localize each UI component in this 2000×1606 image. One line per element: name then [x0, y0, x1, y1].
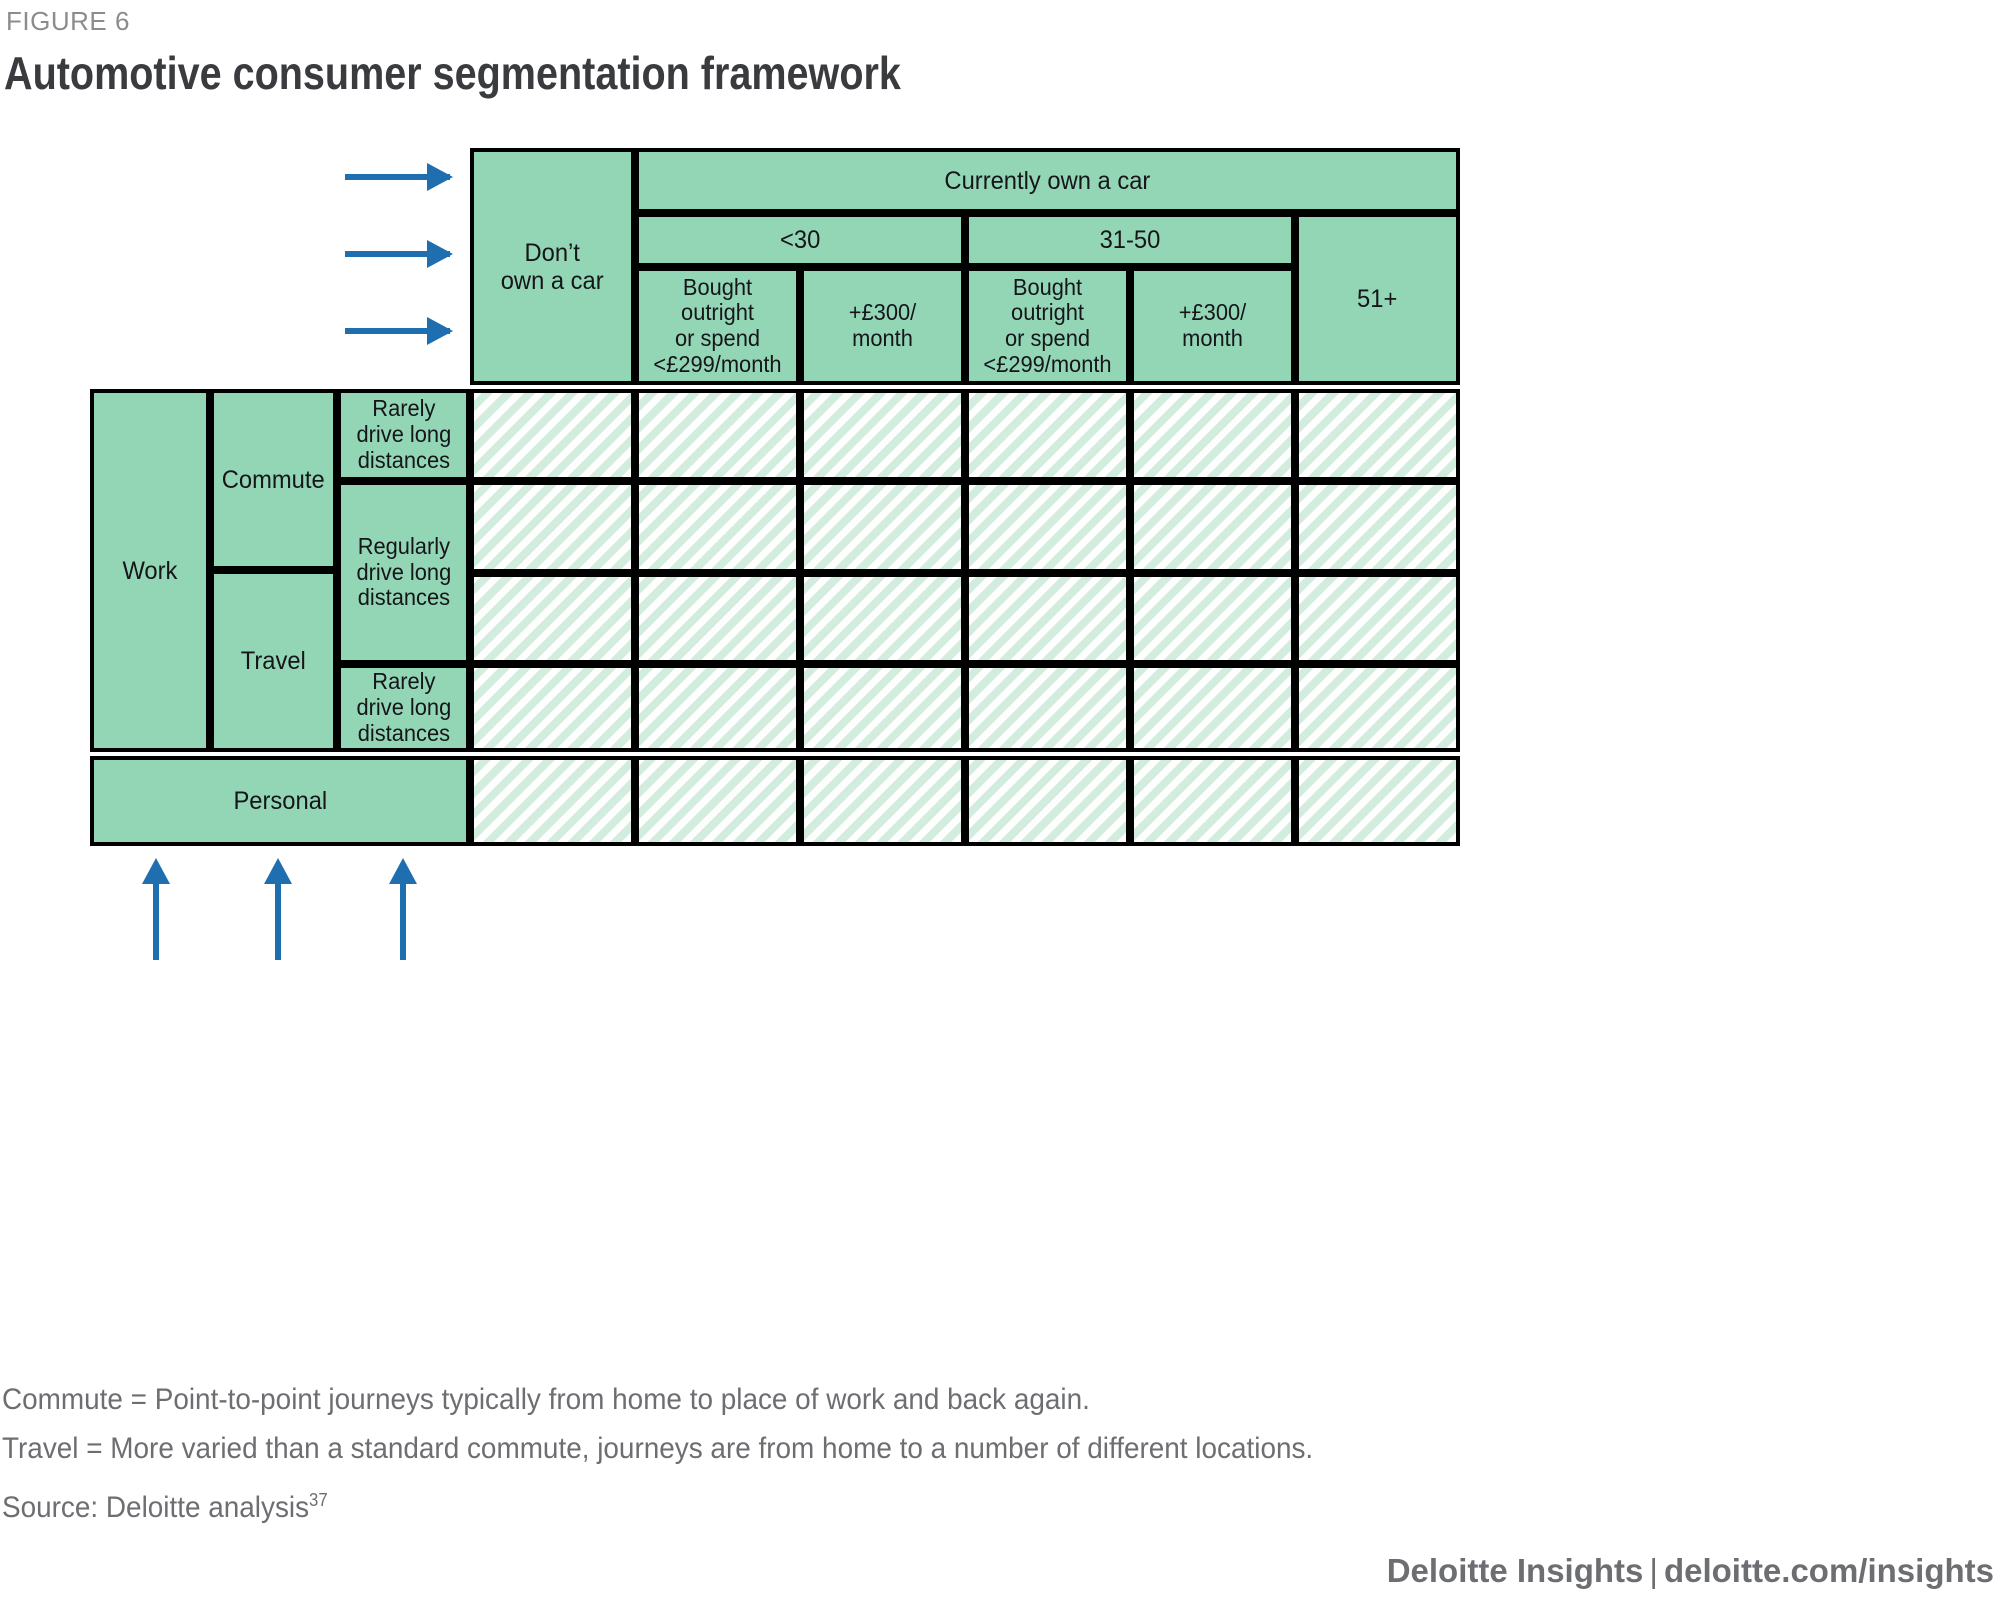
dont-own-line-1: Don’t: [524, 238, 581, 267]
source-label: Source: Deloitte analysis: [2, 1491, 310, 1524]
matrix-cell[interactable]: [1130, 481, 1295, 573]
arrow-up-2: [264, 858, 292, 960]
matrix-cell[interactable]: [470, 481, 635, 573]
brand-name: Deloitte Insights: [1386, 1552, 1644, 1589]
matrix-cell[interactable]: [635, 756, 800, 846]
rarely2-line-2: drive long: [356, 694, 451, 721]
age-31-50-label: 31-50: [1099, 226, 1161, 254]
regularly-line-2: drive long: [356, 558, 451, 585]
matrix-cell[interactable]: [1130, 573, 1295, 664]
matrix-cell[interactable]: [800, 389, 965, 481]
column-header-age-31-50: 31-50: [965, 213, 1295, 267]
row-header-travel: Travel: [210, 570, 337, 752]
matrix-cell[interactable]: [1295, 389, 1460, 481]
matrix-cell[interactable]: [470, 664, 635, 752]
row-header-work: Work: [90, 389, 210, 752]
matrix-cell[interactable]: [1130, 664, 1295, 752]
matrix-cell[interactable]: [1295, 573, 1460, 664]
footer-brand: Deloitte Insights | deloitte.com/insights: [1387, 1552, 1994, 1590]
matrix-cell[interactable]: [965, 664, 1130, 752]
column-header-currently-own-a-car: Currently own a car: [635, 148, 1460, 213]
dont-own-line-2: own a car: [501, 266, 604, 295]
row-header-regularly-drive-long-distances: Regularly drive long distances: [337, 481, 470, 664]
u30-spend-line-1: Bought outright: [681, 273, 754, 326]
column-header-under30-plus-300: +£300/ month: [800, 267, 965, 385]
column-header-dont-own-a-car: Don’t own a car: [470, 148, 635, 385]
matrix-cell[interactable]: [470, 756, 635, 846]
matrix-cell[interactable]: [800, 573, 965, 664]
brand-url[interactable]: deloitte.com/insights: [1664, 1552, 1994, 1589]
matrix-cell[interactable]: [1295, 481, 1460, 573]
work-label: Work: [122, 556, 178, 585]
matrix-cell[interactable]: [635, 481, 800, 573]
rarely1-line-3: distances: [357, 446, 450, 473]
page-title: Automotive consumer segmentation framewo…: [4, 47, 901, 99]
matrix-cell[interactable]: [635, 389, 800, 481]
arrow-up-3: [389, 858, 417, 960]
matrix-cell[interactable]: [470, 389, 635, 481]
row-header-rarely-drive-long-distances-2: Rarely drive long distances: [337, 664, 470, 752]
rarely1-line-1: Rarely: [371, 395, 436, 422]
note-travel: Travel = More varied than a standard com…: [2, 1432, 1314, 1465]
source-reference: 37: [309, 1490, 328, 1510]
m3150-spend-line-2: or spend: [1004, 325, 1091, 351]
row-header-commute: Commute: [210, 389, 337, 570]
matrix-cell[interactable]: [965, 573, 1130, 664]
segmentation-matrix: Don’t own a car Currently own a car <30 …: [90, 148, 1460, 846]
personal-label: Personal: [233, 787, 327, 815]
m3150-spend-line-1: Bought outright: [1011, 273, 1084, 326]
matrix-cell[interactable]: [635, 664, 800, 752]
column-header-age-under-30: <30: [635, 213, 965, 267]
row-header-personal: Personal: [90, 756, 470, 846]
u30-plus300-line-1: +£300/: [848, 299, 917, 326]
arrow-up-1: [142, 858, 170, 960]
column-header-31to50-bought-outright: Bought outright or spend <£299/month: [965, 267, 1130, 385]
matrix-cell[interactable]: [965, 389, 1130, 481]
column-header-age-51-plus: 51+: [1295, 213, 1460, 385]
u30-spend-line-3: <£299/month: [653, 350, 782, 377]
m3150-plus300-line-2: month: [1182, 325, 1243, 351]
source-line: Source: Deloitte analysis37: [2, 1490, 328, 1525]
matrix-cell[interactable]: [470, 573, 635, 664]
matrix-cell[interactable]: [800, 664, 965, 752]
u30-plus300-line-2: month: [852, 325, 913, 351]
note-commute: Commute = Point-to-point journeys typica…: [2, 1383, 1090, 1416]
row-header-rarely-drive-long-distances-1: Rarely drive long distances: [337, 389, 470, 481]
age-under-30-label: <30: [779, 226, 821, 254]
column-header-31to50-plus-300: +£300/ month: [1130, 267, 1295, 385]
rarely2-line-3: distances: [357, 719, 450, 746]
matrix-cell[interactable]: [1295, 756, 1460, 846]
u30-spend-line-2: or spend: [674, 325, 761, 351]
matrix-cell[interactable]: [800, 481, 965, 573]
matrix-cell[interactable]: [965, 481, 1130, 573]
matrix-cell[interactable]: [965, 756, 1130, 846]
currently-own-label: Currently own a car: [944, 166, 1151, 195]
m3150-plus300-line-1: +£300/: [1178, 299, 1247, 326]
rarely2-line-1: Rarely: [371, 668, 436, 695]
travel-label: Travel: [240, 647, 307, 675]
matrix-cell[interactable]: [1130, 756, 1295, 846]
matrix-cell[interactable]: [800, 756, 965, 846]
column-header-under30-bought-outright: Bought outright or spend <£299/month: [635, 267, 800, 385]
age-51-plus-label: 51+: [1357, 285, 1398, 313]
regularly-line-1: Regularly: [357, 532, 450, 559]
rarely1-line-2: drive long: [356, 421, 451, 448]
matrix-cell[interactable]: [635, 573, 800, 664]
m3150-spend-line-3: <£299/month: [983, 350, 1112, 377]
figure-label: FIGURE 6: [6, 6, 130, 36]
matrix-cell[interactable]: [1130, 389, 1295, 481]
matrix-cell[interactable]: [1295, 664, 1460, 752]
brand-separator: |: [1649, 1552, 1658, 1589]
commute-label: Commute: [222, 465, 325, 494]
regularly-line-3: distances: [357, 584, 450, 611]
